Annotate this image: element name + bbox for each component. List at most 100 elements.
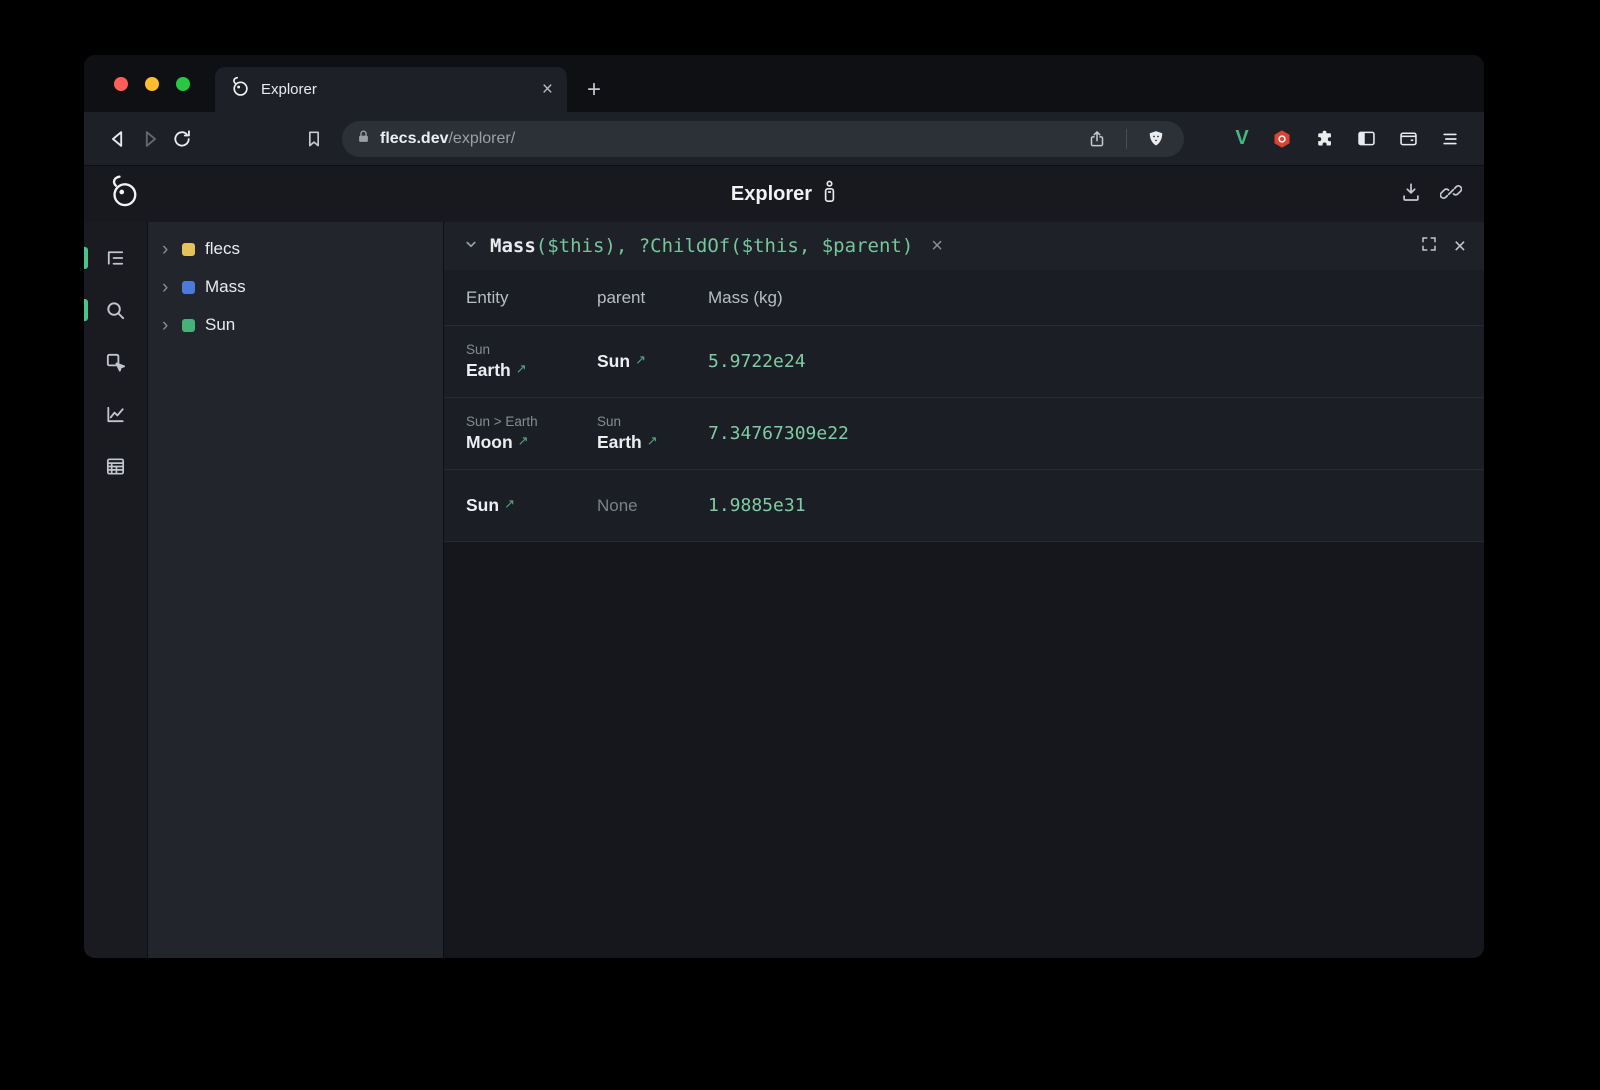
expand-icon[interactable] <box>1420 235 1438 258</box>
stats-panel-button[interactable] <box>94 392 138 436</box>
wallet-icon[interactable] <box>1392 123 1424 155</box>
remote-icon <box>822 180 837 209</box>
mass-value: 1.9885e31 <box>708 495 1484 516</box>
divider <box>1126 129 1127 149</box>
parent-cell: Sun Earth ↗ <box>597 414 708 453</box>
chevron-right-icon[interactable]: › <box>162 240 172 259</box>
external-link-icon[interactable]: ↗ <box>504 496 515 511</box>
tab-title: Explorer <box>261 81 532 98</box>
url-text: flecs.dev/explorer/ <box>380 130 1072 148</box>
share-icon[interactable] <box>1081 123 1113 155</box>
address-bar[interactable]: flecs.dev/explorer/ <box>342 121 1184 157</box>
tab-explorer[interactable]: Explorer × <box>215 67 567 112</box>
minimize-window-button[interactable] <box>145 77 159 91</box>
entity-link[interactable]: Moon <box>466 432 513 452</box>
entity-color-swatch <box>182 319 195 332</box>
main-content: › flecs › Mass › Sun <box>84 222 1484 958</box>
table-row: Sun Earth ↗ Sun ↗ 5.9722e24 <box>444 326 1484 398</box>
external-link-icon[interactable]: ↗ <box>647 433 658 448</box>
entity-link[interactable]: Sun <box>466 495 499 515</box>
reload-button[interactable] <box>166 123 198 155</box>
new-tab-button[interactable]: + <box>587 78 601 102</box>
entity-cell: Sun Earth ↗ <box>466 342 597 381</box>
empty-results-area <box>444 542 1484 958</box>
chevron-right-icon[interactable]: › <box>162 278 172 297</box>
active-indicator-query <box>84 299 88 321</box>
parent-none-value: None <box>597 496 638 515</box>
window-controls <box>114 77 190 91</box>
tree-item-label: Mass <box>205 277 246 297</box>
column-header-mass: Mass (kg) <box>708 288 1484 308</box>
parent-path: Sun <box>597 414 708 429</box>
extension-icons: V <box>1228 123 1466 155</box>
tree-item-label: flecs <box>205 239 240 259</box>
vue-devtools-icon[interactable]: V <box>1228 127 1256 150</box>
entity-path: Sun > Earth <box>466 414 597 429</box>
download-icon[interactable] <box>1400 181 1422 208</box>
tree-item-sun[interactable]: › Sun <box>148 306 443 344</box>
page-title: Explorer <box>731 183 812 206</box>
query-header-actions: × <box>1420 235 1466 258</box>
query-search-panel-button[interactable] <box>94 288 138 332</box>
entity-color-swatch <box>182 243 195 256</box>
tree-item-mass[interactable]: › Mass <box>148 268 443 306</box>
tab-close-icon[interactable]: × <box>542 80 553 99</box>
external-link-icon[interactable]: ↗ <box>518 433 529 448</box>
bookmark-button[interactable] <box>298 123 330 155</box>
browser-toolbar: flecs.dev/explorer/ V <box>84 112 1484 165</box>
mass-value: 5.9722e24 <box>708 351 1484 372</box>
url-host: flecs.dev <box>380 130 448 147</box>
column-header-entity: Entity <box>466 288 597 308</box>
query-panel: Mass($this), ?ChildOf($this, $parent) × … <box>444 222 1484 958</box>
parent-link[interactable]: Earth <box>597 432 642 452</box>
entity-path: Sun <box>466 342 597 357</box>
lock-icon <box>356 129 371 149</box>
back-button[interactable] <box>102 123 134 155</box>
parent-cell: None <box>597 496 708 516</box>
clear-query-icon[interactable]: × <box>931 236 943 256</box>
flecs-favicon <box>229 76 251 103</box>
browser-window: Explorer × + <box>84 55 1484 958</box>
chevron-down-icon[interactable] <box>462 235 480 258</box>
app-header: Explorer <box>84 165 1484 222</box>
menu-icon[interactable] <box>1434 123 1466 155</box>
extensions-puzzle-icon[interactable] <box>1308 123 1340 155</box>
table-row: Sun ↗ None 1.9885e31 <box>444 470 1484 542</box>
query-token: ?ChildOf <box>639 235 731 257</box>
entity-tree-panel: › flecs › Mass › Sun <box>148 222 444 958</box>
brave-shield-icon[interactable] <box>1140 123 1172 155</box>
chevron-right-icon[interactable]: › <box>162 316 172 335</box>
forward-button[interactable] <box>134 123 166 155</box>
active-indicator-tree <box>84 247 88 269</box>
query-expression[interactable]: Mass($this), ?ChildOf($this, $parent) <box>490 235 913 257</box>
entity-link[interactable]: Earth <box>466 360 511 380</box>
app-title-area: Explorer <box>84 180 1484 209</box>
table-row: Sun > Earth Moon ↗ Sun Earth ↗ 7.34767309e… <box>444 398 1484 470</box>
memory-panel-button[interactable] <box>94 444 138 488</box>
query-header: Mass($this), ?ChildOf($this, $parent) × … <box>444 222 1484 270</box>
flecs-logo[interactable] <box>106 174 142 215</box>
entity-color-swatch <box>182 281 195 294</box>
parent-cell: Sun ↗ <box>597 351 708 372</box>
tree-item-label: Sun <box>205 315 235 335</box>
hexagon-extension-icon[interactable] <box>1266 123 1298 155</box>
entity-cell: Sun > Earth Moon ↗ <box>466 414 597 453</box>
parent-link[interactable]: Sun <box>597 351 630 371</box>
table-header: Entity parent Mass (kg) <box>444 270 1484 326</box>
entity-tree-panel-button[interactable] <box>94 236 138 280</box>
external-link-icon[interactable]: ↗ <box>516 361 527 376</box>
query-token: ($this), <box>536 235 639 257</box>
tab-strip: Explorer × + <box>84 55 1484 112</box>
link-icon[interactable] <box>1440 181 1462 208</box>
zoom-window-button[interactable] <box>176 77 190 91</box>
inspector-panel-button[interactable] <box>94 340 138 384</box>
sidebar-toggle-icon[interactable] <box>1350 123 1382 155</box>
panel-icon-rail <box>84 222 148 958</box>
query-token: ($this, $parent) <box>730 235 913 257</box>
close-panel-icon[interactable]: × <box>1454 236 1466 257</box>
external-link-icon[interactable]: ↗ <box>635 352 646 367</box>
tree-item-flecs[interactable]: › flecs <box>148 230 443 268</box>
query-token: Mass <box>490 235 536 257</box>
mass-value: 7.34767309e22 <box>708 423 1484 444</box>
close-window-button[interactable] <box>114 77 128 91</box>
